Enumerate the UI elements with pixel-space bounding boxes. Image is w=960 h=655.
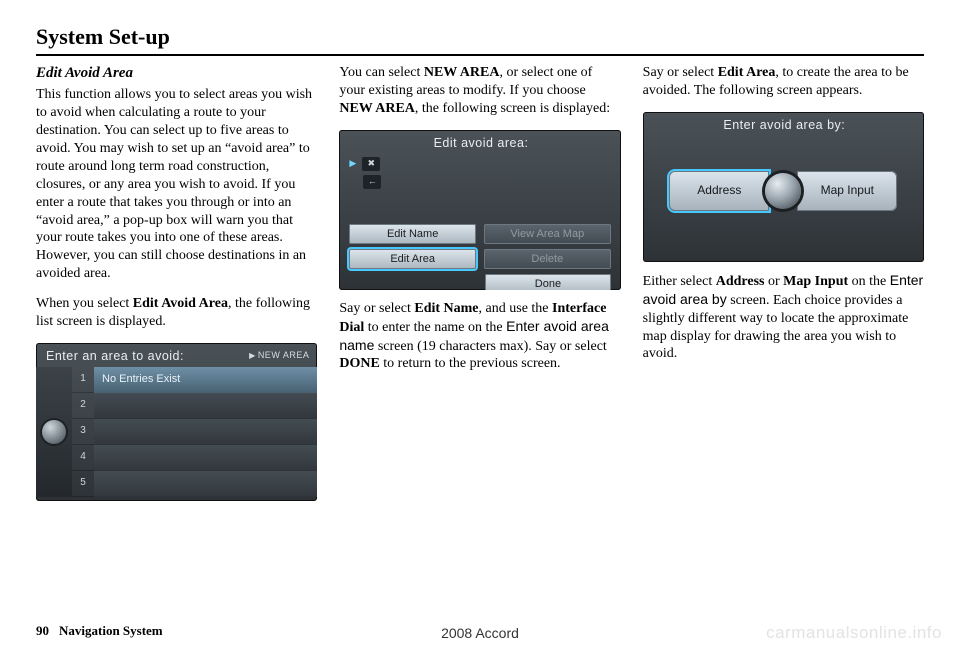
- t-bold: Address: [716, 274, 765, 289]
- t-bold: DONE: [339, 356, 379, 371]
- screen1-row: [94, 419, 317, 445]
- screen1-row: [94, 445, 317, 471]
- screen2-title: Edit avoid area:: [434, 135, 529, 151]
- screen3-choices: Address Map Input: [643, 136, 924, 246]
- screen1-numbers: 1 2 3 4 5: [72, 367, 94, 497]
- col1-para2-bold: Edit Avoid Area: [133, 296, 228, 311]
- t: You can select: [339, 65, 424, 80]
- btn-edit-name: Edit Name: [349, 224, 476, 244]
- dial-icon: [765, 173, 801, 209]
- t-bold: NEW AREA: [424, 65, 500, 80]
- col3-para2: Either select Address or Map Input on th…: [643, 272, 924, 364]
- t: , the following screen is displayed:: [415, 101, 610, 116]
- screenshot-enter-area: Enter an area to avoid: ▶NEW AREA 1 2 3 …: [36, 343, 317, 501]
- btn-done: Done: [485, 274, 610, 290]
- screenshot-edit-avoid-area: Edit avoid area: ▶ ✖ ← Edit Name View Ar…: [339, 130, 620, 290]
- col2-para2: Say or select Edit Name, and use the Int…: [339, 300, 620, 374]
- screen1-row: [94, 393, 317, 419]
- screen3-title: Enter avoid area by:: [723, 117, 845, 133]
- btn-delete: Delete: [484, 249, 611, 269]
- column-1: Edit Avoid Area This function allows you…: [36, 64, 317, 511]
- screen2-done-row: Done: [349, 274, 610, 290]
- t-bold: Map Input: [783, 274, 848, 289]
- btn-map-input: Map Input: [797, 171, 897, 211]
- dial-icon: [42, 420, 66, 444]
- screen2-icons-2: ←: [339, 174, 620, 190]
- row-num: 3: [72, 419, 94, 445]
- t: Either select: [643, 274, 716, 289]
- column-3: Say or select Edit Area, to create the a…: [643, 64, 924, 511]
- t: or: [765, 274, 784, 289]
- btn-view-area-map: View Area Map: [484, 224, 611, 244]
- col3-para1: Say or select Edit Area, to create the a…: [643, 64, 924, 100]
- screen2-buttons: Edit Name View Area Map Edit Area Delete: [349, 224, 610, 269]
- col1-para2-pre: When you select: [36, 296, 133, 311]
- column-2: You can select NEW AREA, or select one o…: [339, 64, 620, 511]
- screen1-rows: No Entries Exist: [94, 367, 317, 497]
- triangle-icon: ▶: [249, 351, 256, 361]
- watermark: carmanualsonline.info: [766, 623, 942, 643]
- screen2-header: Edit avoid area:: [339, 130, 620, 154]
- screen1-header: Enter an area to avoid: ▶NEW AREA: [36, 343, 317, 367]
- row-num: 4: [72, 445, 94, 471]
- col1-para2: When you select Edit Avoid Area, the fol…: [36, 295, 317, 331]
- screen1-title: Enter an area to avoid:: [46, 348, 184, 364]
- title-rule: [36, 54, 924, 56]
- cursor-icon: ▶: [349, 158, 356, 170]
- page-title: System Set-up: [36, 24, 924, 50]
- t: screen (19 characters max). Say or selec…: [374, 339, 606, 354]
- screen1-row: [94, 471, 317, 497]
- screen1-row-selected: No Entries Exist: [94, 367, 317, 393]
- screen1-dial-col: [36, 367, 72, 497]
- col2-para1: You can select NEW AREA, or select one o…: [339, 64, 620, 118]
- screen1-new-area-text: NEW AREA: [258, 350, 310, 360]
- t: Say or select: [339, 301, 414, 316]
- t: to return to the previous screen.: [380, 356, 561, 371]
- t: to enter the name on the: [364, 320, 506, 335]
- row-num: 1: [72, 367, 94, 393]
- btn-address: Address: [669, 171, 769, 211]
- row-num: 2: [72, 393, 94, 419]
- btn-edit-area: Edit Area: [349, 249, 476, 269]
- col1-para1: This function allows you to select areas…: [36, 86, 317, 283]
- screenshot-enter-avoid-area-by: Enter avoid area by: Address Map Input: [643, 112, 924, 262]
- t-bold: Edit Name: [414, 301, 478, 316]
- row-num: 5: [72, 471, 94, 497]
- chip-icon: ✖: [362, 157, 380, 171]
- t: Say or select: [643, 65, 718, 80]
- screen3-header: Enter avoid area by:: [643, 112, 924, 136]
- chip-icon: ←: [363, 175, 381, 189]
- screen1-new-area: ▶NEW AREA: [249, 350, 309, 362]
- content-columns: Edit Avoid Area This function allows you…: [36, 64, 924, 511]
- screen1-body: 1 2 3 4 5 No Entries Exist: [36, 367, 317, 497]
- t: , and use the: [479, 301, 552, 316]
- t-bold: Edit Area: [718, 65, 776, 80]
- t: on the: [848, 274, 890, 289]
- section-heading: Edit Avoid Area: [36, 64, 317, 83]
- t-bold: NEW AREA: [339, 101, 415, 116]
- screen2-icons: ▶ ✖: [339, 154, 620, 174]
